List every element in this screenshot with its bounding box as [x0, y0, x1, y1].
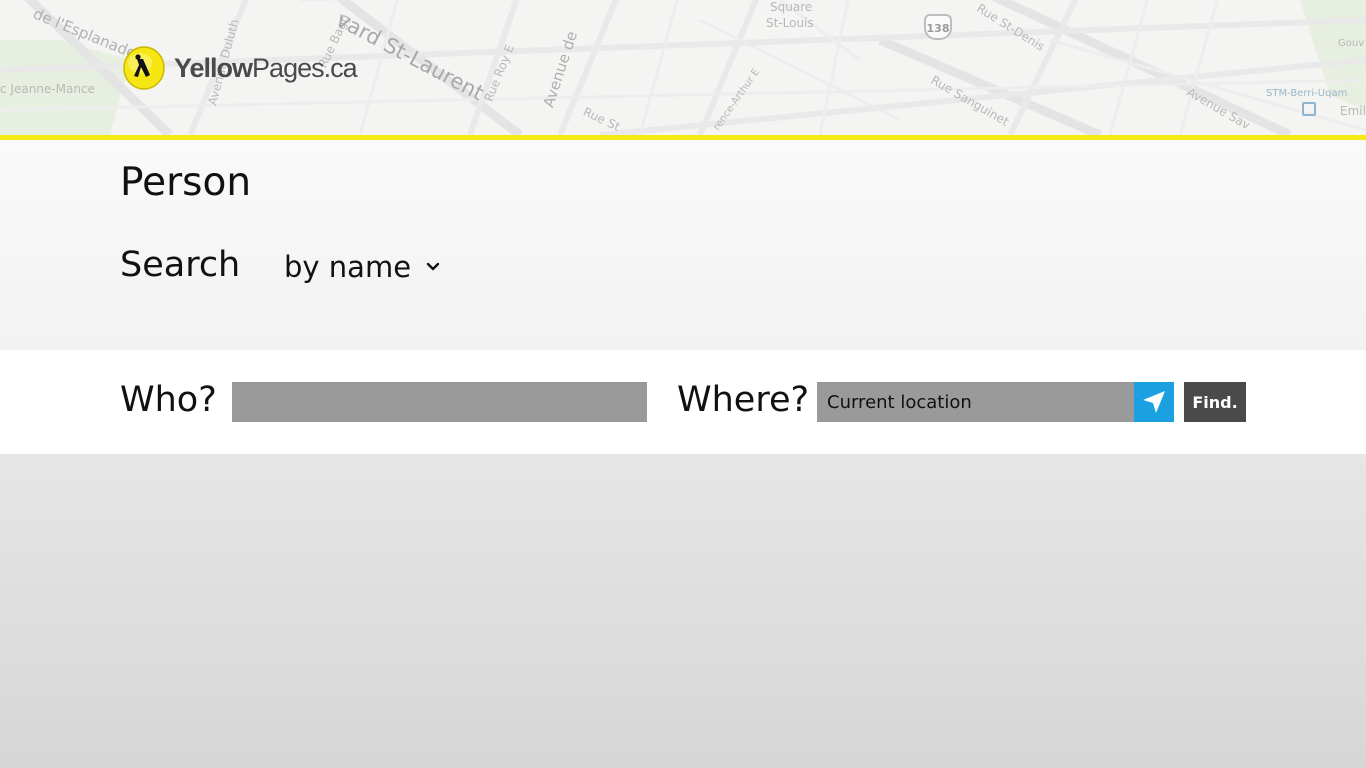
search-mode-value: by name	[284, 250, 412, 284]
header-accent-line	[0, 135, 1366, 140]
search-label: Search	[120, 245, 241, 285]
map-label: Square	[770, 0, 813, 14]
where-label: Where?	[677, 380, 810, 420]
find-button[interactable]: Find.	[1184, 382, 1246, 422]
location-arrow-icon	[1143, 391, 1165, 413]
map-label: c Jeanne-Mance	[0, 82, 95, 96]
current-location-button[interactable]	[1134, 382, 1174, 422]
page-title: Person	[120, 160, 252, 205]
who-input[interactable]	[232, 382, 647, 422]
chevron-down-icon	[426, 262, 440, 271]
who-label: Who?	[120, 380, 217, 420]
logo-wordmark: YellowPages.ca	[174, 52, 358, 83]
map-label: Emil	[1340, 104, 1366, 118]
where-input[interactable]	[817, 382, 1134, 422]
map-header: de l'Esplanade c Jeanne-Mance Avenue Dul…	[0, 0, 1366, 135]
map-label: St-Louis	[766, 16, 814, 30]
route-shield-icon: 138	[924, 14, 952, 40]
map-label: STM-Berri-Uqam	[1266, 88, 1348, 99]
yellowpages-logo[interactable]: YellowPages.ca	[122, 44, 358, 92]
search-mode-dropdown[interactable]: by name	[284, 247, 441, 287]
metro-station-icon	[1302, 102, 1316, 116]
walking-fingers-icon	[122, 45, 166, 91]
map-label: Gouv	[1338, 38, 1365, 49]
